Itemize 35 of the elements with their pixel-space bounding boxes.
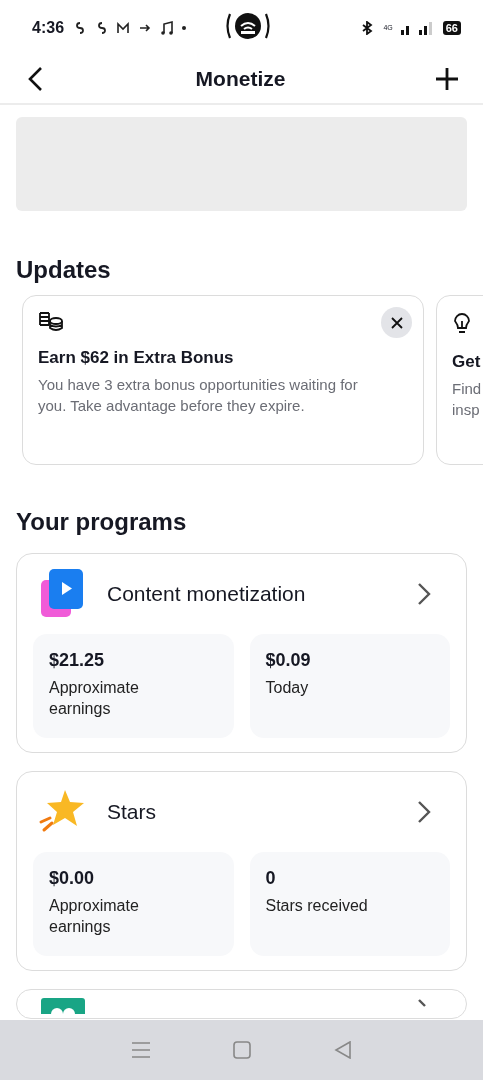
hotspot-icon — [224, 11, 273, 40]
update-card[interactable]: Earn $62 in Extra Bonus You have 3 extra bonus opportunities waiting for you. Take advantage before they expire. — [22, 295, 424, 465]
stat-value: $0.09 — [265, 650, 312, 671]
stat-value: 0 — [265, 868, 277, 889]
battery-level: 66 — [442, 20, 461, 35]
dot-icon — [182, 25, 187, 30]
close-icon — [390, 316, 403, 329]
close-button[interactable] — [381, 307, 412, 338]
section-heading: Updates — [16, 255, 112, 285]
update-title: Earn $62 in Extra Bonus — [38, 348, 235, 368]
back-nav-button[interactable] — [333, 1041, 352, 1059]
music-note-icon — [160, 19, 175, 36]
update-description: You have 3 extra bonus opportunities waiting for you. Take advantage before they expire. — [38, 375, 359, 416]
update-card[interactable]: Get Find insp — [436, 295, 483, 465]
signal-icon — [400, 20, 435, 35]
stat-label: Stars received — [265, 896, 369, 916]
update-description: Find insp — [452, 379, 483, 420]
add-button[interactable] — [435, 67, 459, 91]
home-button[interactable] — [232, 1041, 251, 1059]
program-card[interactable]: Stars $0.00 Approximate earnings 0 Stars received — [16, 771, 467, 971]
coins-icon — [38, 310, 64, 332]
stat-value: $21.25 — [49, 650, 106, 671]
program-title: Content monetization — [107, 582, 306, 606]
stat-value: $0.00 — [49, 868, 96, 889]
stat-label: Today — [265, 678, 310, 698]
page-title: Monetize — [195, 67, 286, 91]
program-title: Stars — [107, 800, 156, 824]
update-title: Get — [452, 352, 482, 372]
status-time: 4:36 — [32, 18, 65, 37]
section-heading: Your programs — [16, 507, 188, 537]
lightbulb-icon — [452, 310, 472, 336]
stat-label: Approximate earnings — [49, 896, 140, 937]
mail-icon — [116, 19, 131, 36]
program-card[interactable]: Content monetization $21.25 Approximate earnings $0.09 Today — [16, 553, 467, 753]
stat-label: Approximate earnings — [49, 678, 140, 719]
